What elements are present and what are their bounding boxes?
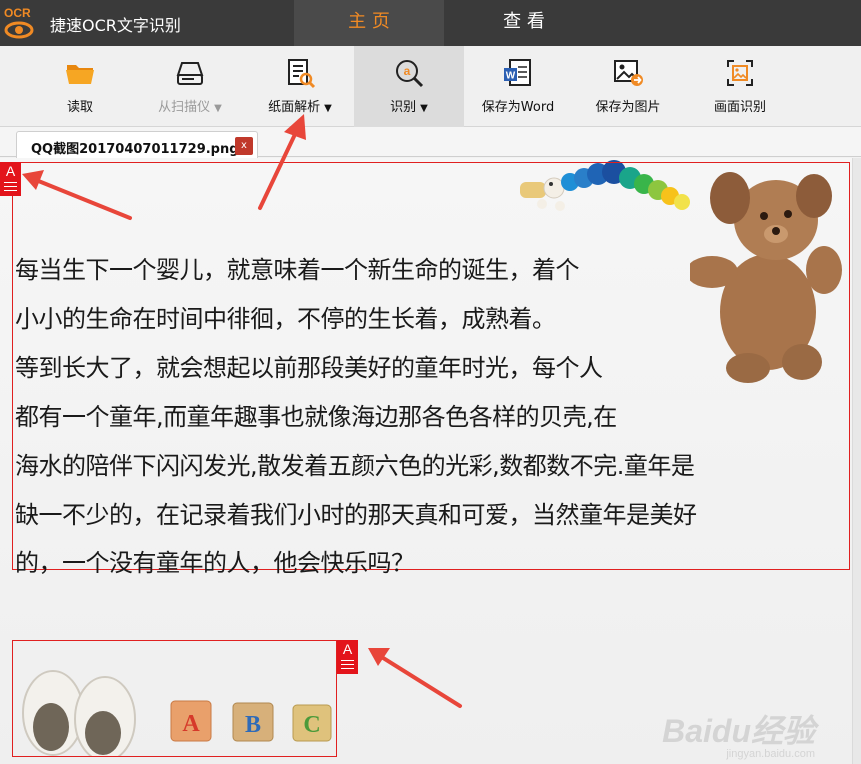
annotation-arrows [22,114,462,708]
arrow-to-page-analysis [258,114,306,210]
arrow-to-image-marker [368,648,462,708]
ocr-app-window: OCR 捷速OCR文字识别 主 页 查 看 读取 从扫描仪 ▼ 纸面解析 ▼ a… [0,0,861,764]
arrow-to-text-marker [22,170,132,220]
